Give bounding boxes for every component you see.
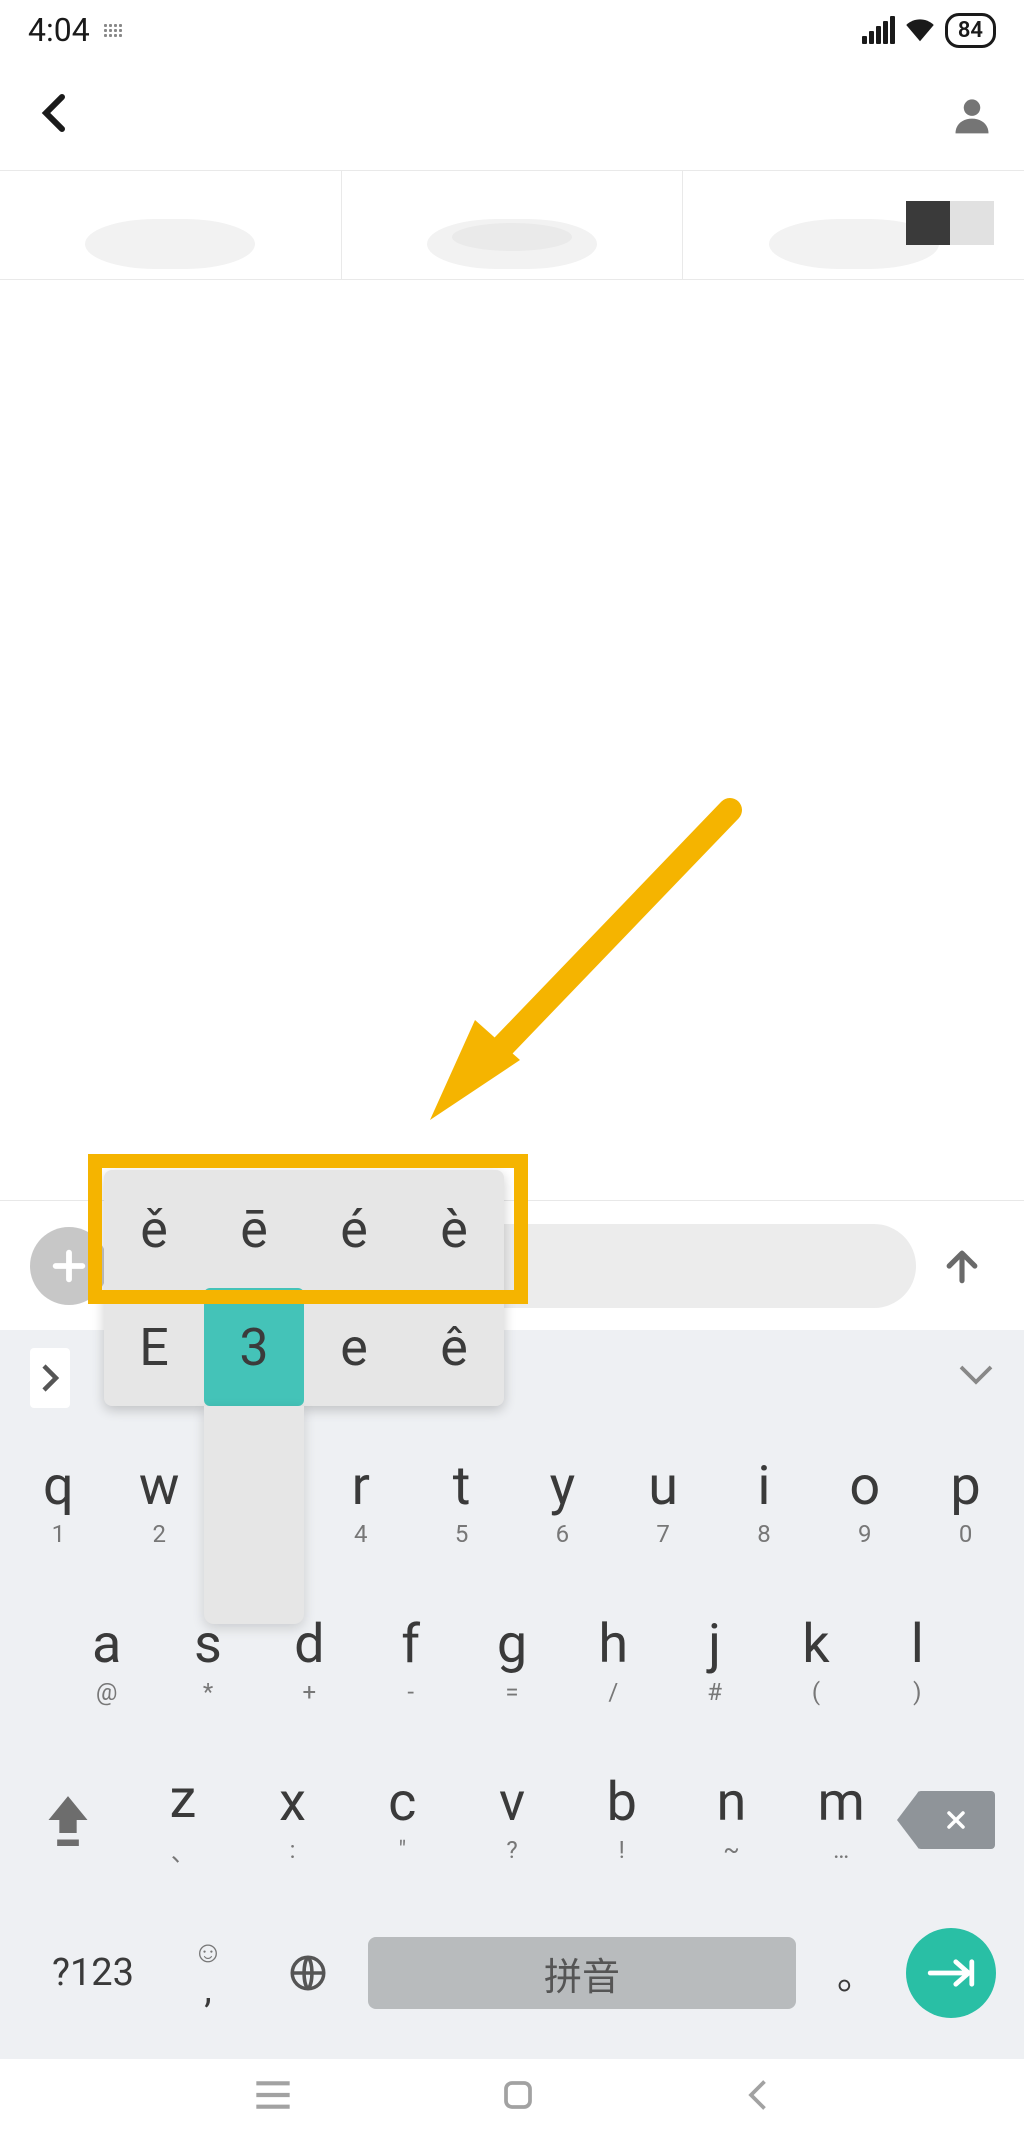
period-key[interactable]: 。 bbox=[806, 1908, 906, 2038]
content-area bbox=[0, 280, 1024, 1150]
profile-icon[interactable] bbox=[950, 93, 994, 137]
keyboard-row: z、 x: c" v? b! n~ m… bbox=[8, 1750, 1016, 1890]
key-t[interactable]: t5 bbox=[411, 1434, 512, 1574]
tab-item[interactable] bbox=[683, 171, 1024, 279]
accent-option[interactable]: é bbox=[304, 1170, 404, 1288]
key-u[interactable]: u7 bbox=[613, 1434, 714, 1574]
shift-key[interactable] bbox=[8, 1760, 128, 1880]
backspace-icon bbox=[917, 1791, 995, 1849]
emoji-key[interactable]: ☺ , bbox=[158, 1908, 258, 2038]
symbols-key[interactable]: ?123 bbox=[28, 1951, 158, 1995]
key-a[interactable]: a@ bbox=[56, 1592, 157, 1732]
key-r[interactable]: r4 bbox=[310, 1434, 411, 1574]
soft-keyboard: q1 w2 e3 r4 t5 y6 u7 i8 o9 p0 a@ s* d+ f… bbox=[0, 1330, 1024, 2059]
key-p[interactable]: p0 bbox=[915, 1434, 1016, 1574]
status-right: 84 bbox=[862, 13, 996, 48]
language-key[interactable] bbox=[258, 1908, 358, 2038]
enter-key[interactable] bbox=[906, 1928, 996, 2018]
accent-option-selected[interactable]: 3 bbox=[204, 1288, 304, 1406]
tab-item[interactable] bbox=[0, 171, 342, 279]
key-x[interactable]: x: bbox=[238, 1750, 348, 1890]
key-j[interactable]: j# bbox=[664, 1592, 765, 1732]
tab-item[interactable] bbox=[342, 171, 684, 279]
key-v[interactable]: v? bbox=[457, 1750, 567, 1890]
keyboard-row: a@ s* d+ f- g= h/ j# k( l) bbox=[8, 1592, 1016, 1732]
add-button[interactable] bbox=[30, 1227, 108, 1305]
status-time: 4:04 bbox=[28, 11, 90, 49]
shift-icon bbox=[42, 1791, 94, 1849]
collapse-keyboard-button[interactable] bbox=[958, 1364, 994, 1392]
category-tabs bbox=[0, 170, 1024, 280]
accent-option[interactable]: ê bbox=[404, 1288, 504, 1406]
key-b[interactable]: b! bbox=[567, 1750, 677, 1890]
accent-option[interactable]: ē bbox=[204, 1170, 304, 1288]
emoji-icon: ☺ bbox=[193, 1935, 224, 1970]
battery-indicator: 84 bbox=[945, 13, 996, 48]
accent-option[interactable]: è bbox=[404, 1170, 504, 1288]
key-i[interactable]: i8 bbox=[714, 1434, 815, 1574]
chevron-down-icon bbox=[958, 1364, 994, 1388]
signal-icon bbox=[862, 16, 895, 44]
send-up-button[interactable] bbox=[936, 1240, 988, 1292]
system-nav-bar bbox=[0, 2059, 1024, 2131]
enter-icon bbox=[927, 1955, 975, 1991]
key-m[interactable]: m… bbox=[786, 1750, 896, 1890]
nav-home-icon[interactable] bbox=[500, 2077, 536, 2113]
globe-icon bbox=[287, 1952, 329, 1994]
accent-popup: ě ē é è E 3 e ê bbox=[104, 1170, 504, 1406]
key-n[interactable]: n~ bbox=[677, 1750, 787, 1890]
key-f[interactable]: f- bbox=[360, 1592, 461, 1732]
accent-option[interactable]: ě bbox=[104, 1170, 204, 1288]
chevron-left-icon bbox=[30, 89, 78, 137]
back-button[interactable] bbox=[30, 89, 78, 141]
status-left: 4:04 bbox=[28, 11, 122, 49]
key-h[interactable]: h/ bbox=[563, 1592, 664, 1732]
keyboard-indicator-icon bbox=[104, 24, 122, 37]
nav-recents-icon[interactable] bbox=[253, 2079, 293, 2111]
key-q[interactable]: q1 bbox=[8, 1434, 109, 1574]
accent-option[interactable]: E bbox=[104, 1288, 204, 1406]
accent-option[interactable]: e bbox=[304, 1288, 404, 1406]
keyboard-row: ?123 ☺ , 拼音 。 bbox=[8, 1908, 1016, 2038]
backspace-key[interactable] bbox=[896, 1760, 1016, 1880]
key-w[interactable]: w2 bbox=[109, 1434, 210, 1574]
keyboard-row: q1 w2 e3 r4 t5 y6 u7 i8 o9 p0 bbox=[8, 1434, 1016, 1574]
key-z[interactable]: z、 bbox=[128, 1750, 238, 1890]
arrow-up-icon bbox=[940, 1244, 984, 1288]
plus-icon bbox=[49, 1246, 89, 1286]
status-bar: 4:04 84 bbox=[0, 0, 1024, 60]
key-c[interactable]: c" bbox=[347, 1750, 457, 1890]
key-y[interactable]: y6 bbox=[512, 1434, 613, 1574]
nav-back-icon[interactable] bbox=[743, 2077, 771, 2113]
popup-stem bbox=[204, 1406, 304, 1624]
wifi-icon bbox=[905, 18, 935, 42]
chevron-right-icon bbox=[39, 1363, 61, 1393]
key-g[interactable]: g= bbox=[461, 1592, 562, 1732]
key-o[interactable]: o9 bbox=[814, 1434, 915, 1574]
spacebar[interactable]: 拼音 bbox=[368, 1937, 796, 2009]
app-header bbox=[0, 60, 1024, 170]
key-k[interactable]: k( bbox=[765, 1592, 866, 1732]
expand-suggestions-button[interactable] bbox=[30, 1348, 70, 1408]
key-l[interactable]: l) bbox=[867, 1592, 968, 1732]
